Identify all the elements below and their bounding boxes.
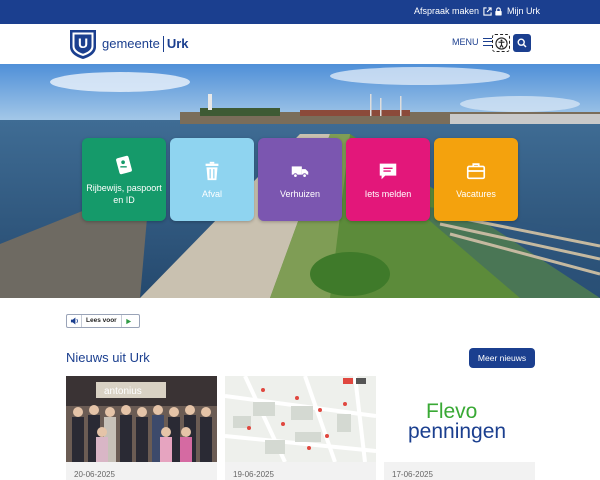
read-aloud-button[interactable]: Lees voor xyxy=(66,314,140,328)
play-icon xyxy=(122,315,136,327)
truck-icon xyxy=(291,165,309,178)
id-card-icon xyxy=(116,155,132,174)
external-link-icon xyxy=(483,6,492,16)
news-date: 20-06-2025 xyxy=(74,470,115,479)
tile-iets-melden-label: Iets melden xyxy=(364,188,412,199)
news-date: 17-06-2025 xyxy=(392,470,433,479)
tile-rijbewijs-label: Rijbewijs, paspoort en ID xyxy=(86,182,162,205)
hamburger-icon xyxy=(482,38,492,46)
tile-afval[interactable]: Afval xyxy=(170,138,254,221)
message-icon xyxy=(379,163,397,179)
news-card[interactable]: 19-06-2025 xyxy=(225,376,376,480)
accessibility-button[interactable] xyxy=(492,34,510,52)
top-bar: Afspraak maken Mijn Urk xyxy=(0,0,600,24)
news-card-image: antonius xyxy=(66,376,217,462)
svg-text:U: U xyxy=(78,35,88,51)
news-card[interactable]: Flevo penningen 17-06-2025 xyxy=(384,376,535,480)
site-logo[interactable]: U gemeente Urk xyxy=(68,28,189,60)
logo-prefix: gemeente xyxy=(102,35,160,51)
mijn-urk-link[interactable]: Mijn Urk xyxy=(494,6,540,16)
tile-afval-label: Afval xyxy=(201,188,222,199)
appointment-link-label: Afspraak maken xyxy=(414,6,480,16)
tile-vacatures[interactable]: Vacatures xyxy=(434,138,518,221)
speaker-icon xyxy=(67,315,81,327)
logo-wordmark: gemeente Urk xyxy=(102,36,189,53)
trash-icon xyxy=(205,161,219,180)
news-heading: Nieuws uit Urk xyxy=(66,350,150,365)
tile-iets-melden[interactable]: Iets melden xyxy=(346,138,430,221)
tile-vacatures-label: Vacatures xyxy=(456,188,496,199)
news-card-image xyxy=(225,376,376,462)
accessibility-icon xyxy=(494,36,508,50)
news-card[interactable]: antonius 20-06-2025 xyxy=(66,376,217,480)
mijn-urk-label: Mijn Urk xyxy=(507,6,540,16)
svg-text:antonius: antonius xyxy=(104,386,142,397)
search-button[interactable] xyxy=(513,34,531,52)
read-aloud-label: Lees voor xyxy=(81,315,122,327)
more-news-button[interactable]: Meer nieuws xyxy=(469,348,535,368)
tile-rijbewijs[interactable]: Rijbewijs, paspoort en ID xyxy=(82,138,166,221)
quick-tiles: Rijbewijs, paspoort en ID Afval Verhuize… xyxy=(82,138,518,221)
svg-text:penningen: penningen xyxy=(408,420,506,443)
appointment-link[interactable]: Afspraak maken xyxy=(414,6,492,16)
lock-icon xyxy=(495,6,502,16)
menu-label: MENU xyxy=(452,37,479,47)
site-header: U gemeente Urk MENU xyxy=(0,24,600,64)
urk-shield-logo: U xyxy=(70,30,96,59)
briefcase-icon xyxy=(466,162,486,179)
flevo-penningen-logo: Flevo penningen xyxy=(384,376,535,462)
menu-button[interactable]: MENU xyxy=(452,37,492,47)
tile-verhuizen[interactable]: Verhuizen xyxy=(258,138,342,221)
search-icon xyxy=(517,38,527,48)
news-date: 19-06-2025 xyxy=(233,470,274,479)
logo-name: Urk xyxy=(166,35,189,51)
tile-verhuizen-label: Verhuizen xyxy=(279,188,321,199)
